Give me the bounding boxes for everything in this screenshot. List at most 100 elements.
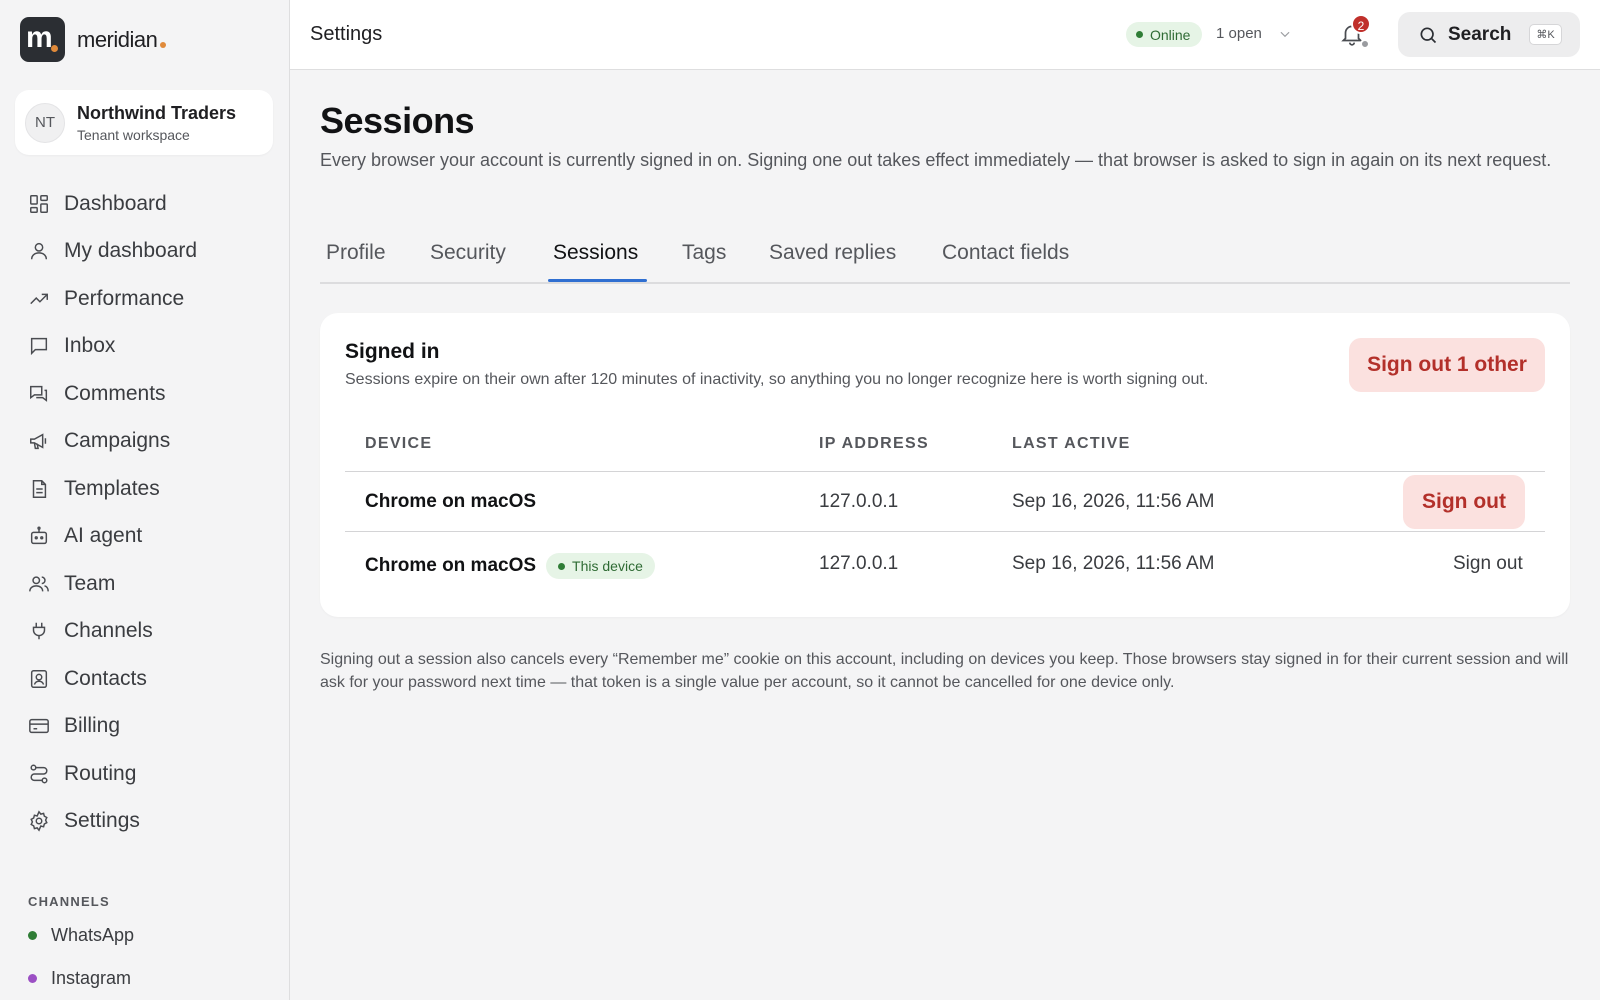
brand-name-text: meridian xyxy=(77,26,158,52)
user-icon xyxy=(30,243,48,260)
channel-status-dot xyxy=(28,974,37,983)
contact-card-icon xyxy=(30,669,48,688)
table-row-last-active: Sep 16, 2026, 11:56 AM xyxy=(1012,491,1215,512)
page-title: Sessions xyxy=(320,100,475,141)
this-device-badge: This device xyxy=(546,553,655,579)
workspace-name: Northwind Traders xyxy=(77,102,237,123)
tab-sessions[interactable]: Sessions xyxy=(553,241,638,265)
route-icon xyxy=(30,764,48,784)
workspace-switcher[interactable]: NT Northwind Traders Tenant workspace xyxy=(15,90,273,155)
sidebar-item-label: Inbox xyxy=(64,334,116,358)
sidebar-item-my-dashboard[interactable]: My dashboard xyxy=(14,228,276,276)
sessions-footnote: Signing out a session also cancels every… xyxy=(320,651,1569,691)
search-label: Search xyxy=(1448,23,1512,45)
this-device-label: This device xyxy=(572,558,643,574)
megaphone-icon xyxy=(30,433,47,450)
table-divider xyxy=(345,471,1545,472)
table-row-device: Chrome on macOS xyxy=(365,491,537,512)
table-divider xyxy=(345,531,1545,532)
status-dot xyxy=(1136,31,1143,38)
tab-tags[interactable]: Tags xyxy=(682,241,726,265)
comments-icon xyxy=(30,385,48,402)
sidebar-item-ai-agent[interactable]: AI agent xyxy=(14,513,276,561)
sidebar-item-templates[interactable]: Templates xyxy=(14,465,276,513)
sidebar-item-label: Campaigns xyxy=(64,429,171,453)
column-header-ip-address: IP ADDRESS xyxy=(819,435,929,452)
channels-section-label: CHANNELS xyxy=(28,894,110,909)
tab-security[interactable]: Security xyxy=(430,241,506,265)
status-label: Online xyxy=(1150,26,1191,43)
sidebar-nav: Dashboard My dashboard Performance Inbox… xyxy=(14,180,276,845)
sidebar-item-billing[interactable]: Billing xyxy=(14,703,276,751)
sidebar-item-channels[interactable]: Channels xyxy=(14,608,276,656)
table-row-ip: 127.0.0.1 xyxy=(819,491,899,512)
sidebar-item-comments[interactable]: Comments xyxy=(14,370,276,418)
search-icon xyxy=(1420,27,1437,43)
search-shortcut: ⌘K xyxy=(1529,24,1562,45)
plug-icon xyxy=(32,623,46,640)
presence-dot xyxy=(1360,39,1370,49)
sidebar-item-campaigns[interactable]: Campaigns xyxy=(14,418,276,466)
sidebar-item-label: My dashboard xyxy=(64,239,198,263)
table-row-device-cell: Chrome on macOS This device xyxy=(365,553,655,579)
sidebar-item-inbox[interactable]: Inbox xyxy=(14,323,276,371)
sidebar-item-performance[interactable]: Performance xyxy=(14,275,276,323)
sidebar-item-label: Contacts xyxy=(64,666,147,690)
notification-count-badge: 2 xyxy=(1351,14,1371,34)
brand-name: meridian xyxy=(77,26,167,53)
sidebar-item-team[interactable]: Team xyxy=(14,560,276,608)
tab-saved-replies[interactable]: Saved replies xyxy=(769,241,896,265)
sidebar-item-label: Settings xyxy=(64,809,140,833)
open-conversations-dropdown[interactable]: 1 open xyxy=(1216,25,1292,42)
sign-out-current-session-link[interactable]: Sign out xyxy=(1453,553,1523,575)
card-title: Signed in xyxy=(345,340,440,363)
tab-contact-fields[interactable]: Contact fields xyxy=(942,241,1069,265)
channel-label: WhatsApp xyxy=(51,925,135,945)
sidebar-item-contacts[interactable]: Contacts xyxy=(14,655,276,703)
sidebar-item-label: Comments xyxy=(64,381,166,405)
brand-name-dot xyxy=(160,41,167,48)
sidebar-item-label: Templates xyxy=(64,476,160,500)
sidebar-item-dashboard[interactable]: Dashboard xyxy=(14,180,276,228)
sidebar-item-routing[interactable]: Routing xyxy=(14,750,276,798)
page-description: Every browser your account is currently … xyxy=(320,150,1552,170)
channel-item-instagram[interactable]: Instagram xyxy=(28,968,131,989)
sign-out-session-button[interactable]: Sign out xyxy=(1403,475,1525,529)
this-device-dot xyxy=(558,562,566,570)
topbar-title: Settings xyxy=(310,23,383,45)
channel-status-dot xyxy=(28,931,37,940)
workspace-subtitle: Tenant workspace xyxy=(77,126,190,143)
column-header-device: DEVICE xyxy=(365,435,433,452)
table-row-device: Chrome on macOS xyxy=(365,555,537,576)
active-tab-indicator xyxy=(548,279,647,282)
table-row-last-active: Sep 16, 2026, 11:56 AM xyxy=(1012,553,1215,574)
credit-card-icon xyxy=(29,719,49,734)
message-icon xyxy=(30,338,48,356)
chevron-down-icon xyxy=(1280,31,1290,37)
open-count-label: 1 open xyxy=(1216,25,1262,42)
gear-icon xyxy=(30,810,48,832)
tab-profile[interactable]: Profile xyxy=(326,241,386,265)
status-badge[interactable]: Online xyxy=(1126,22,1203,47)
sidebar-item-label: Dashboard xyxy=(64,191,167,215)
sidebar-item-label: Billing xyxy=(64,714,121,738)
sidebar: m meridian NT Northwind Traders Tenant w… xyxy=(0,0,290,1000)
sidebar-item-label: Channels xyxy=(64,619,153,643)
brand-logo-dot xyxy=(51,45,58,52)
column-header-last-active: LAST ACTIVE xyxy=(1012,435,1131,452)
card-subtitle: Sessions expire on their own after 120 m… xyxy=(345,371,1209,388)
channel-label: Instagram xyxy=(51,968,132,988)
brand-logo-letter: m xyxy=(26,21,53,54)
search-button[interactable]: Search ⌘K xyxy=(1398,12,1580,57)
sidebar-item-label: Performance xyxy=(64,286,185,310)
robot-icon xyxy=(30,526,48,545)
sign-out-others-button[interactable]: Sign out 1 other xyxy=(1349,338,1545,392)
brand-logo: m xyxy=(20,17,65,62)
users-icon xyxy=(29,576,49,592)
channel-item-whatsapp[interactable]: WhatsApp xyxy=(28,925,134,946)
topbar: Settings Online 1 open 2 Search ⌘K xyxy=(290,0,1600,70)
brand[interactable]: m meridian xyxy=(20,17,167,62)
sidebar-item-label: Team xyxy=(64,571,116,595)
sidebar-item-label: Routing xyxy=(64,761,137,785)
sidebar-item-settings[interactable]: Settings xyxy=(14,798,276,846)
